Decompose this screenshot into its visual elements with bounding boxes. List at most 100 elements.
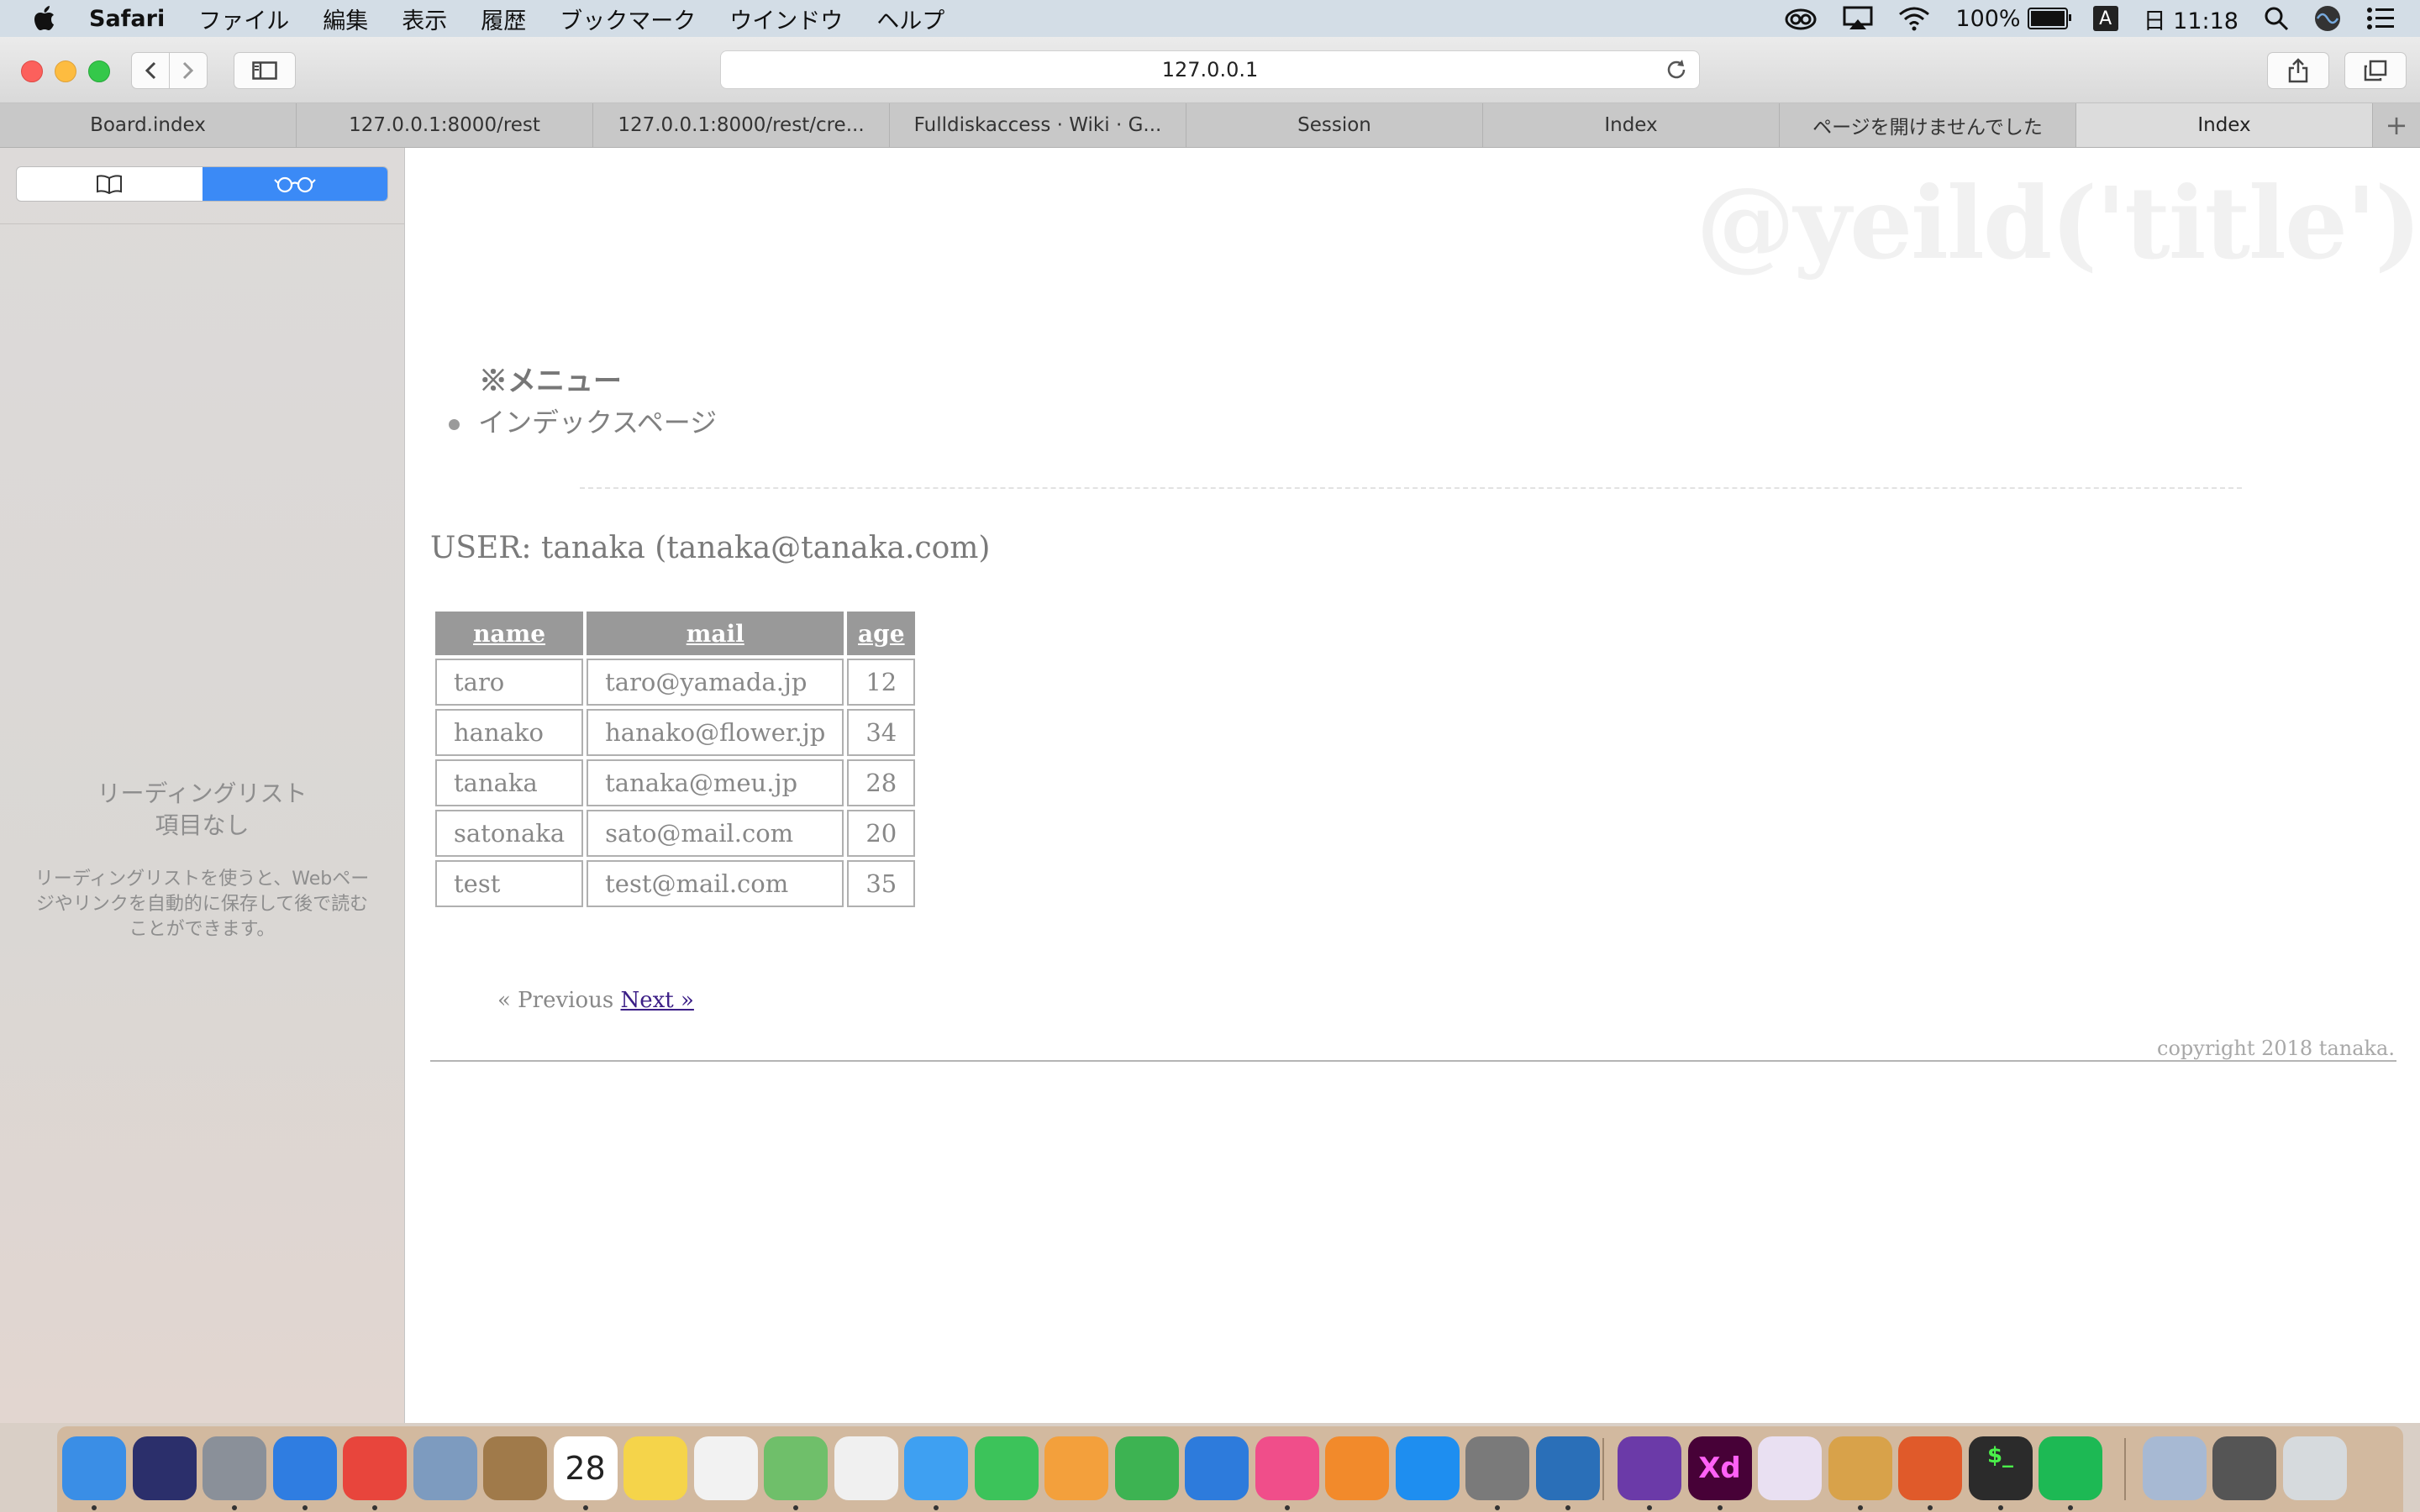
new-tab-button[interactable]: + xyxy=(2373,103,2420,147)
app-store-icon[interactable] xyxy=(1395,1436,1460,1500)
visual-studio-icon[interactable] xyxy=(1618,1436,1681,1500)
notes-icon[interactable] xyxy=(623,1436,687,1500)
app-name[interactable]: Safari xyxy=(89,6,165,32)
finder-icon[interactable] xyxy=(62,1436,126,1500)
running-indicator xyxy=(1928,1505,1933,1510)
wifi-icon[interactable] xyxy=(1898,6,1930,31)
cell-mail: hanako@flower.jp xyxy=(587,709,844,756)
menubar-clock[interactable]: 日 11:18 xyxy=(2144,3,2238,35)
menu-window[interactable]: ウインドウ xyxy=(729,3,843,35)
reload-icon[interactable] xyxy=(1665,59,1687,87)
keyboard-app-icon[interactable] xyxy=(1898,1436,1962,1500)
tab-index[interactable]: Index xyxy=(1483,103,1780,147)
tab-index-active[interactable]: Index xyxy=(2076,103,2373,147)
documents-folder-icon[interactable] xyxy=(2142,1436,2207,1500)
tab-board-index[interactable]: Board.index xyxy=(0,103,297,147)
photos-icon[interactable] xyxy=(834,1436,898,1500)
atom-icon[interactable] xyxy=(1758,1436,1822,1500)
calendar-icon[interactable]: 28 xyxy=(553,1436,618,1500)
adobe-xd-glyph: Xd xyxy=(1698,1452,1741,1485)
cell-age: 12 xyxy=(847,659,916,706)
facetime-icon[interactable] xyxy=(974,1436,1039,1500)
vscode-icon[interactable] xyxy=(1535,1436,1600,1500)
running-indicator xyxy=(1647,1505,1652,1510)
running-indicator xyxy=(793,1505,798,1510)
dashed-separator xyxy=(580,487,2242,489)
books-icon[interactable] xyxy=(1325,1436,1389,1500)
menu-history[interactable]: 履歴 xyxy=(481,3,526,35)
menu-edit[interactable]: 編集 xyxy=(323,3,368,35)
airplay-icon[interactable] xyxy=(1843,6,1873,31)
trash-icon[interactable] xyxy=(2282,1436,2347,1500)
sort-by-mail-link[interactable]: mail xyxy=(587,612,844,655)
siri-icon[interactable] xyxy=(132,1436,197,1500)
itunes-icon[interactable] xyxy=(1255,1436,1319,1500)
glasses-icon xyxy=(274,176,316,193)
menu-view[interactable]: 表示 xyxy=(402,3,447,35)
menu-link-index[interactable]: インデックスページ xyxy=(478,407,717,438)
tab-session[interactable]: Session xyxy=(1186,103,1483,147)
numbers-icon[interactable] xyxy=(1114,1436,1179,1500)
adobe-xd-icon[interactable]: Xd xyxy=(1687,1436,1752,1500)
siri-icon[interactable] xyxy=(2314,5,2341,32)
cell-name: satonaka xyxy=(435,810,584,857)
window-minimize-button[interactable] xyxy=(55,60,76,82)
reading-list-tab[interactable] xyxy=(202,167,387,201)
chrome-icon[interactable] xyxy=(343,1436,407,1500)
tab-rest[interactable]: 127.0.0.1:8000/rest xyxy=(297,103,593,147)
tab-fulldiskaccess[interactable]: Fulldiskaccess · Wiki · G... xyxy=(890,103,1186,147)
creative-cloud-icon[interactable] xyxy=(1784,7,1818,30)
users-table: name mail age taro taro@yamada.jp 12 han… xyxy=(432,608,918,911)
menu-bookmarks[interactable]: ブックマーク xyxy=(560,3,696,35)
sidebar-toggle-button[interactable] xyxy=(234,52,296,89)
running-indicator xyxy=(1717,1505,1723,1510)
launchpad-icon[interactable] xyxy=(203,1436,266,1500)
menu-help[interactable]: ヘルプ xyxy=(876,3,944,35)
battery-status[interactable]: 100% xyxy=(1955,6,2071,32)
calendar-glyph: 28 xyxy=(565,1450,606,1487)
notes-brown-icon[interactable] xyxy=(483,1436,547,1500)
spotify-icon[interactable] xyxy=(2039,1436,2102,1500)
running-indicator xyxy=(1997,1505,2003,1510)
reading-list-title: リーディングリスト xyxy=(97,780,308,807)
tab-cannot-open[interactable]: ページを開けませんでした xyxy=(1780,103,2076,147)
table-row: tanaka tanaka@meu.jp 28 xyxy=(435,759,916,806)
maps-icon[interactable] xyxy=(764,1436,828,1500)
share-button[interactable] xyxy=(2267,52,2329,89)
sidebar-segmented-control xyxy=(16,166,388,202)
window-close-button[interactable] xyxy=(21,60,43,82)
reminders-icon[interactable] xyxy=(693,1436,758,1500)
back-button[interactable] xyxy=(131,52,170,89)
tab-rest-create[interactable]: 127.0.0.1:8000/rest/cre... xyxy=(593,103,890,147)
table-row: hanako hanako@flower.jp 34 xyxy=(435,709,916,756)
menu-file[interactable]: ファイル xyxy=(198,3,289,35)
garageband-icon[interactable] xyxy=(1828,1436,1892,1500)
apple-icon[interactable] xyxy=(32,4,57,33)
terminal-icon[interactable]: $_ xyxy=(1968,1436,2033,1500)
downloads-folder-icon[interactable] xyxy=(2212,1436,2276,1500)
safari-icon[interactable] xyxy=(272,1436,337,1500)
reading-list-empty: 項目なし xyxy=(155,811,250,839)
tab-overview-button[interactable] xyxy=(2344,52,2407,89)
input-method-icon[interactable]: A xyxy=(2092,6,2118,31)
messages-icon[interactable] xyxy=(904,1436,968,1500)
preview-icon[interactable] xyxy=(413,1436,477,1500)
bookmarks-tab[interactable] xyxy=(17,167,203,201)
web-content: @yeild('title') ※メニュー インデックスページ USER: ta… xyxy=(405,148,2420,1423)
tab-bar: Board.index 127.0.0.1:8000/rest 127.0.0.… xyxy=(0,103,2420,148)
spotlight-search-icon[interactable] xyxy=(2264,6,2289,31)
sort-by-age-link[interactable]: age xyxy=(847,612,916,655)
forward-button[interactable] xyxy=(169,52,208,89)
pages-icon[interactable] xyxy=(1044,1436,1108,1500)
pager-next-link[interactable]: Next » xyxy=(621,988,694,1013)
window-zoom-button[interactable] xyxy=(88,60,110,82)
keynote-icon[interactable] xyxy=(1185,1436,1249,1500)
cell-mail: sato@mail.com xyxy=(587,810,844,857)
running-indicator xyxy=(582,1505,588,1510)
address-text: 127.0.0.1 xyxy=(1161,58,1259,81)
dock-separator xyxy=(2123,1438,2126,1500)
address-bar[interactable]: 127.0.0.1 xyxy=(720,50,1700,89)
notification-center-icon[interactable] xyxy=(2366,7,2395,30)
sort-by-name-link[interactable]: name xyxy=(435,612,584,655)
system-preferences-icon[interactable] xyxy=(1465,1436,1529,1500)
